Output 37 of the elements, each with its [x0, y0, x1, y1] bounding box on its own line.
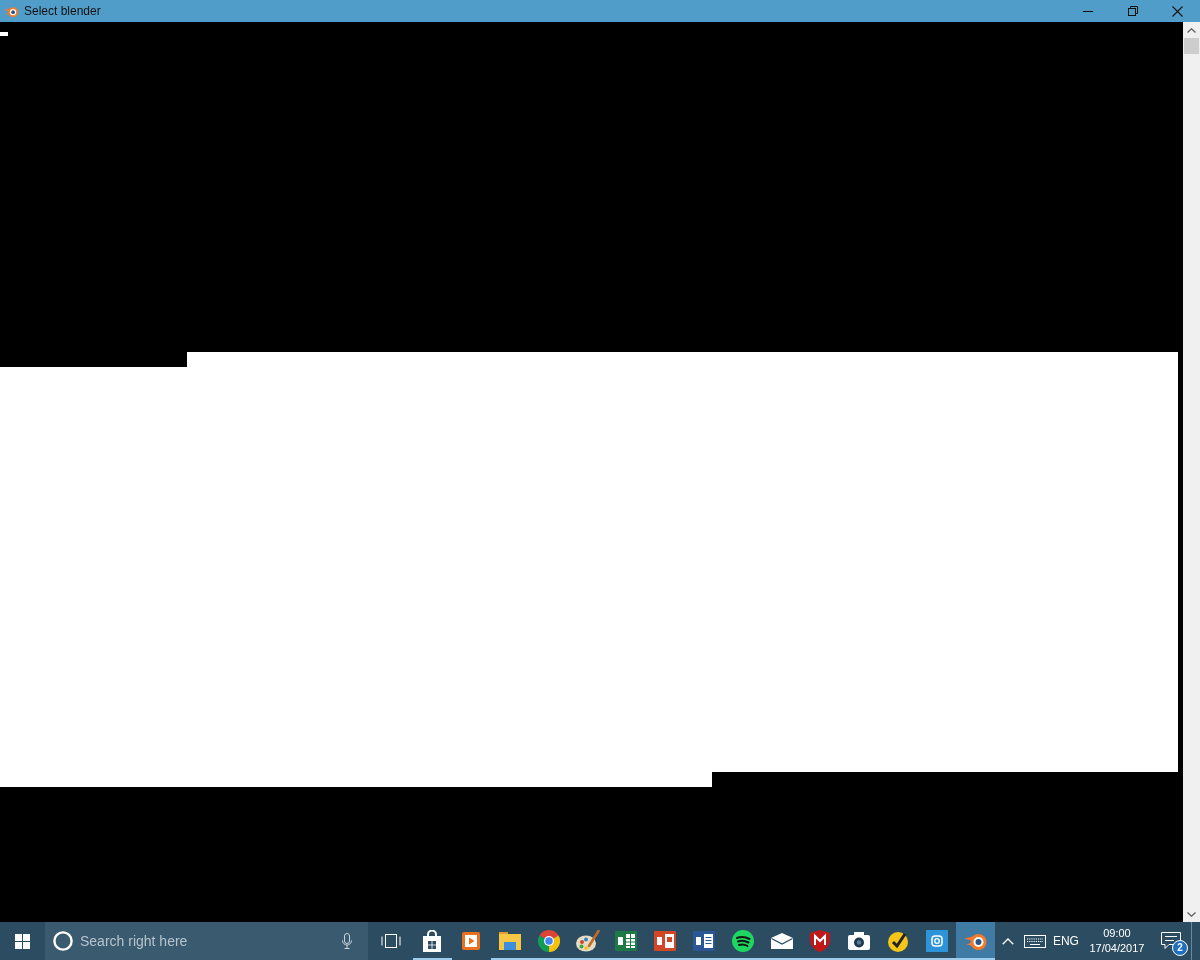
close-icon	[1172, 5, 1183, 17]
caret-down-icon	[1187, 911, 1196, 917]
shopping-bag-icon	[422, 930, 443, 952]
keyboard-icon	[1023, 934, 1046, 948]
notification-badge: 2	[1171, 940, 1188, 956]
browser-logo-icon	[537, 930, 560, 952]
presentation-icon	[654, 931, 677, 951]
scrollbar[interactable]	[1183, 22, 1200, 922]
app-logo-icon	[963, 931, 988, 951]
ring-icon	[53, 931, 73, 951]
document-icon	[692, 931, 715, 951]
language-button[interactable]: ENG	[1048, 922, 1083, 960]
microphone-icon[interactable]	[342, 933, 352, 949]
chevron-up-icon	[1001, 937, 1014, 945]
four-squares-icon	[15, 933, 30, 949]
caret-up-icon	[1187, 27, 1196, 33]
folder-icon	[499, 932, 521, 950]
scrollbar-thumb[interactable]	[1184, 38, 1199, 54]
search-field[interactable]: Search right here	[45, 922, 368, 960]
window-stack-icon	[380, 934, 401, 948]
restore-icon	[1127, 6, 1138, 16]
camera-icon	[848, 932, 871, 950]
window-title: Select blender	[24, 4, 101, 18]
shield-icon	[810, 930, 831, 952]
message-icon	[1160, 932, 1181, 950]
clock[interactable]: 09:00 17/04/2017	[1082, 922, 1151, 960]
envelope-icon	[770, 933, 793, 949]
app-logo-icon	[4, 4, 19, 18]
action-center-button[interactable]: 2	[1150, 922, 1191, 960]
check-badge-icon	[886, 930, 909, 952]
spreadsheet-icon	[615, 931, 638, 951]
palette-icon	[575, 930, 600, 952]
minimize-icon	[1082, 10, 1093, 12]
rounded-square-icon	[925, 930, 948, 952]
sound-waves-icon	[731, 930, 754, 952]
text-cursor	[0, 32, 8, 36]
play-button-icon	[462, 932, 481, 950]
